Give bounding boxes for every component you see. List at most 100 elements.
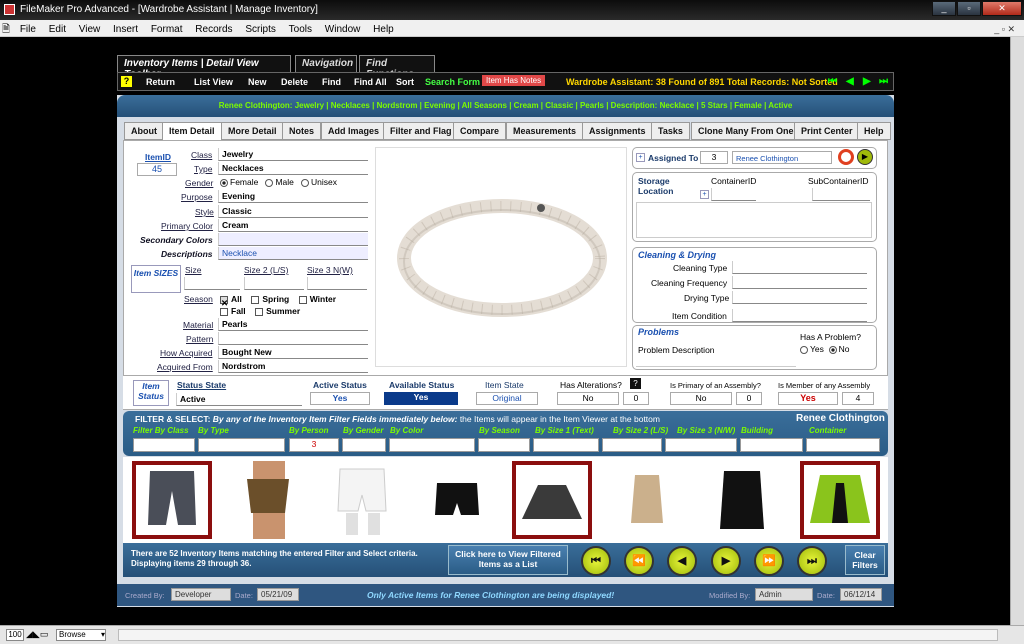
vertical-scrollbar[interactable] bbox=[1010, 37, 1024, 625]
problem-no-radio[interactable] bbox=[828, 345, 837, 354]
season-spring-checkbox[interactable] bbox=[251, 295, 260, 304]
minimize-button[interactable]: _ bbox=[932, 1, 956, 16]
thumbnail-item[interactable] bbox=[322, 461, 402, 539]
problem-yes-radio[interactable] bbox=[800, 345, 808, 354]
clear-filters-button[interactable]: Clear Filters bbox=[845, 545, 885, 575]
last-page-icon[interactable]: ⏭ bbox=[797, 546, 827, 576]
storage-notes-field[interactable] bbox=[636, 202, 872, 238]
status-state-field[interactable]: Active bbox=[176, 393, 302, 406]
menu-edit[interactable]: Edit bbox=[44, 22, 71, 37]
menu-window[interactable]: Window bbox=[320, 22, 366, 37]
available-status-field[interactable]: Yes bbox=[384, 392, 458, 405]
new-button[interactable]: New bbox=[248, 77, 267, 87]
horizontal-scrollbar[interactable] bbox=[118, 629, 998, 641]
assigned-expand-icon[interactable]: + bbox=[636, 153, 645, 162]
type-field[interactable]: Necklaces bbox=[218, 162, 368, 175]
style-field[interactable]: Classic bbox=[218, 205, 368, 218]
drying-type-field[interactable] bbox=[732, 291, 867, 304]
assembly-member-count[interactable]: 4 bbox=[842, 392, 874, 405]
filter-size1-input[interactable] bbox=[533, 438, 599, 452]
season-all-checkbox[interactable]: ✕ bbox=[220, 295, 228, 308]
problem-description-field[interactable] bbox=[636, 357, 796, 367]
tab-assignments[interactable]: Assignments bbox=[582, 122, 653, 140]
first-record-icon[interactable]: ⏮ bbox=[828, 76, 837, 87]
previous-page-icon[interactable]: ◀ bbox=[667, 546, 697, 576]
thumbnail-item[interactable] bbox=[132, 461, 212, 539]
created-by-field[interactable]: Developer bbox=[171, 588, 231, 601]
tab-compare[interactable]: Compare bbox=[453, 122, 507, 140]
assembly-primary-count[interactable]: 0 bbox=[736, 392, 762, 405]
tab-print-center[interactable]: Print Center bbox=[794, 122, 860, 140]
secondary-colors-field[interactable] bbox=[218, 233, 368, 246]
cleaning-frequency-field[interactable] bbox=[732, 276, 867, 289]
cleaning-type-field[interactable] bbox=[732, 261, 867, 274]
assembly-member-field[interactable]: Yes bbox=[778, 392, 838, 405]
fast-forward-icon[interactable]: ⏩ bbox=[754, 546, 784, 576]
go-arrow-icon[interactable]: ▶ bbox=[857, 149, 873, 165]
item-condition-field[interactable] bbox=[732, 309, 867, 322]
filter-type-input[interactable] bbox=[198, 438, 285, 452]
filter-container-input[interactable] bbox=[806, 438, 880, 452]
next-record-icon[interactable]: ▶ bbox=[863, 76, 871, 87]
find-all-button[interactable]: Find All bbox=[354, 77, 387, 87]
last-record-icon[interactable]: ⏭ bbox=[879, 76, 888, 87]
maximize-button[interactable]: ▫ bbox=[957, 1, 981, 16]
filter-person-input[interactable]: 3 bbox=[289, 438, 339, 452]
container-id-field[interactable] bbox=[711, 188, 756, 201]
rewind-icon[interactable]: ⏪ bbox=[624, 546, 654, 576]
sort-button[interactable]: Sort bbox=[396, 77, 414, 87]
has-alterations-field[interactable]: No bbox=[557, 392, 619, 405]
menu-format[interactable]: Format bbox=[146, 22, 188, 37]
primary-color-field[interactable]: Cream bbox=[218, 219, 368, 232]
tab-detail-view-toolbar[interactable]: Inventory Items | Detail View Toolbar bbox=[117, 55, 291, 80]
filter-season-input[interactable] bbox=[478, 438, 530, 452]
tab-navigation[interactable]: Navigation bbox=[295, 55, 357, 72]
item-has-notes-badge[interactable]: Item Has Notes bbox=[482, 75, 546, 86]
assigned-name-field[interactable]: Renee Clothington bbox=[732, 151, 832, 164]
delete-button[interactable]: Delete bbox=[281, 77, 308, 87]
item-state-field[interactable]: Original bbox=[476, 392, 538, 405]
tab-measurements[interactable]: Measurements bbox=[506, 122, 584, 140]
gender-unisex-radio[interactable] bbox=[300, 178, 309, 187]
tab-tasks[interactable]: Tasks bbox=[651, 122, 690, 140]
item-image[interactable] bbox=[375, 147, 627, 367]
alterations-count-field[interactable]: 0 bbox=[623, 392, 649, 405]
tab-add-images[interactable]: Add Images bbox=[321, 122, 387, 140]
purpose-field[interactable]: Evening bbox=[218, 190, 368, 203]
search-form-button[interactable]: Search Form bbox=[425, 77, 480, 87]
filter-size2-input[interactable] bbox=[602, 438, 662, 452]
how-acquired-field[interactable]: Bought New bbox=[218, 346, 368, 359]
zoom-level[interactable]: 100 bbox=[6, 629, 24, 641]
menu-help[interactable]: Help bbox=[368, 22, 399, 37]
menu-insert[interactable]: Insert bbox=[108, 22, 143, 37]
subcontainer-id-field[interactable] bbox=[812, 188, 870, 201]
tab-more-detail[interactable]: More Detail bbox=[221, 122, 284, 140]
previous-record-icon[interactable]: ◀ bbox=[846, 76, 854, 87]
descriptions-field[interactable]: Necklace bbox=[218, 247, 368, 260]
menu-view[interactable]: View bbox=[74, 22, 106, 37]
season-fall-checkbox[interactable] bbox=[220, 307, 228, 316]
size2-field[interactable] bbox=[244, 277, 304, 290]
menu-file[interactable]: File bbox=[15, 22, 41, 37]
class-field[interactable]: Jewelry bbox=[218, 148, 368, 161]
tab-item-detail[interactable]: Item Detail bbox=[162, 122, 222, 140]
help-icon[interactable]: ? bbox=[121, 76, 132, 87]
thumbnail-item[interactable] bbox=[702, 461, 782, 539]
filter-color-input[interactable] bbox=[389, 438, 475, 452]
material-field[interactable]: Pearls bbox=[218, 318, 368, 331]
season-summer-checkbox[interactable] bbox=[255, 307, 264, 316]
gender-male-radio[interactable] bbox=[265, 178, 274, 187]
modified-by-field[interactable]: Admin bbox=[755, 588, 813, 601]
tab-notes[interactable]: Notes bbox=[282, 122, 322, 140]
menu-scripts[interactable]: Scripts bbox=[240, 22, 281, 37]
thumbnail-item[interactable] bbox=[227, 461, 307, 539]
assembly-primary-field[interactable]: No bbox=[670, 392, 732, 405]
size3-field[interactable] bbox=[307, 277, 367, 290]
active-status-field[interactable]: Yes bbox=[310, 392, 370, 405]
alterations-help-icon[interactable]: ? bbox=[630, 378, 641, 389]
acquired-from-field[interactable]: Nordstrom bbox=[218, 360, 368, 373]
next-page-icon[interactable]: ▶ bbox=[711, 546, 741, 576]
doc-window-controls[interactable]: _ ▫ ✕ bbox=[989, 22, 1020, 37]
zoom-controls-icon[interactable]: ◢◣▭ bbox=[26, 629, 48, 640]
menu-records[interactable]: Records bbox=[190, 22, 237, 37]
